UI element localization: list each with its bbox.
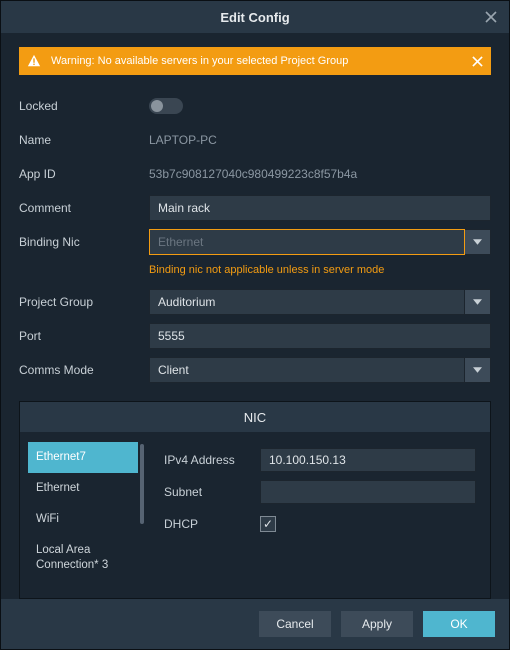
bindingnic-hint: Binding nic not applicable unless in ser… <box>149 260 384 284</box>
dhcp-checkbox[interactable] <box>260 516 276 532</box>
chevron-down-icon <box>473 367 482 373</box>
edit-config-dialog: Edit Config Warning: No available server… <box>0 0 510 650</box>
nic-header: NIC <box>20 402 490 432</box>
ipv4-label: IPv4 Address <box>164 453 254 467</box>
subnet-label: Subnet <box>164 485 254 499</box>
commsmode-label: Comms Mode <box>19 363 149 377</box>
locked-label: Locked <box>19 99 149 113</box>
nic-item[interactable]: Local Area Connection* 3 <box>28 535 138 581</box>
bindingnic-dropdown-button[interactable] <box>465 229 491 255</box>
warning-dismiss-button[interactable] <box>472 56 483 67</box>
dialog-footer: Cancel Apply OK <box>1 599 509 649</box>
close-button[interactable] <box>481 7 501 27</box>
projectgroup-label: Project Group <box>19 295 149 309</box>
warning-banner: Warning: No available servers in your se… <box>19 47 491 75</box>
nic-scrollbar[interactable] <box>140 444 146 586</box>
chevron-down-icon <box>473 299 482 305</box>
ipv4-input[interactable] <box>260 448 476 472</box>
bindingnic-label: Binding Nic <box>19 235 149 249</box>
bindingnic-input[interactable] <box>149 229 465 255</box>
port-label: Port <box>19 329 149 343</box>
commsmode-input[interactable] <box>149 357 465 383</box>
locked-toggle[interactable] <box>149 98 183 114</box>
nic-list: Ethernet7 Ethernet WiFi Local Area Conne… <box>28 442 138 588</box>
dialog-content: Warning: No available servers in your se… <box>1 33 509 599</box>
chevron-down-icon <box>473 239 482 245</box>
nic-item[interactable]: WiFi <box>28 504 138 535</box>
nic-detail: IPv4 Address Subnet DHCP <box>150 432 490 598</box>
appid-label: App ID <box>19 167 149 181</box>
nic-panel: NIC Ethernet7 Ethernet WiFi Local Area C… <box>19 401 491 599</box>
apply-button[interactable]: Apply <box>341 611 413 637</box>
appid-value: 53b7c908127040c980499223c8f57b4a <box>149 163 491 185</box>
close-icon <box>472 56 483 67</box>
commsmode-dropdown-button[interactable] <box>465 357 491 383</box>
comment-label: Comment <box>19 201 149 215</box>
port-input[interactable] <box>149 323 491 349</box>
projectgroup-dropdown-button[interactable] <box>465 289 491 315</box>
dhcp-label: DHCP <box>164 517 254 531</box>
cancel-button[interactable]: Cancel <box>259 611 331 637</box>
comment-input[interactable] <box>149 195 491 221</box>
name-value: LAPTOP-PC <box>149 129 491 151</box>
nic-item[interactable]: Ethernet <box>28 473 138 504</box>
nic-item[interactable]: Local Area Connection* 4 <box>28 581 138 588</box>
projectgroup-select[interactable] <box>149 289 491 315</box>
name-label: Name <box>19 133 149 147</box>
warning-icon <box>27 54 41 68</box>
window-title: Edit Config <box>220 10 289 25</box>
projectgroup-input[interactable] <box>149 289 465 315</box>
titlebar: Edit Config <box>1 1 509 33</box>
subnet-input[interactable] <box>260 480 476 504</box>
close-icon <box>485 11 497 23</box>
nic-item[interactable]: Ethernet7 <box>28 442 138 473</box>
warning-text: Warning: No available servers in your se… <box>51 55 348 67</box>
bindingnic-select[interactable] <box>149 229 491 255</box>
commsmode-select[interactable] <box>149 357 491 383</box>
ok-button[interactable]: OK <box>423 611 495 637</box>
